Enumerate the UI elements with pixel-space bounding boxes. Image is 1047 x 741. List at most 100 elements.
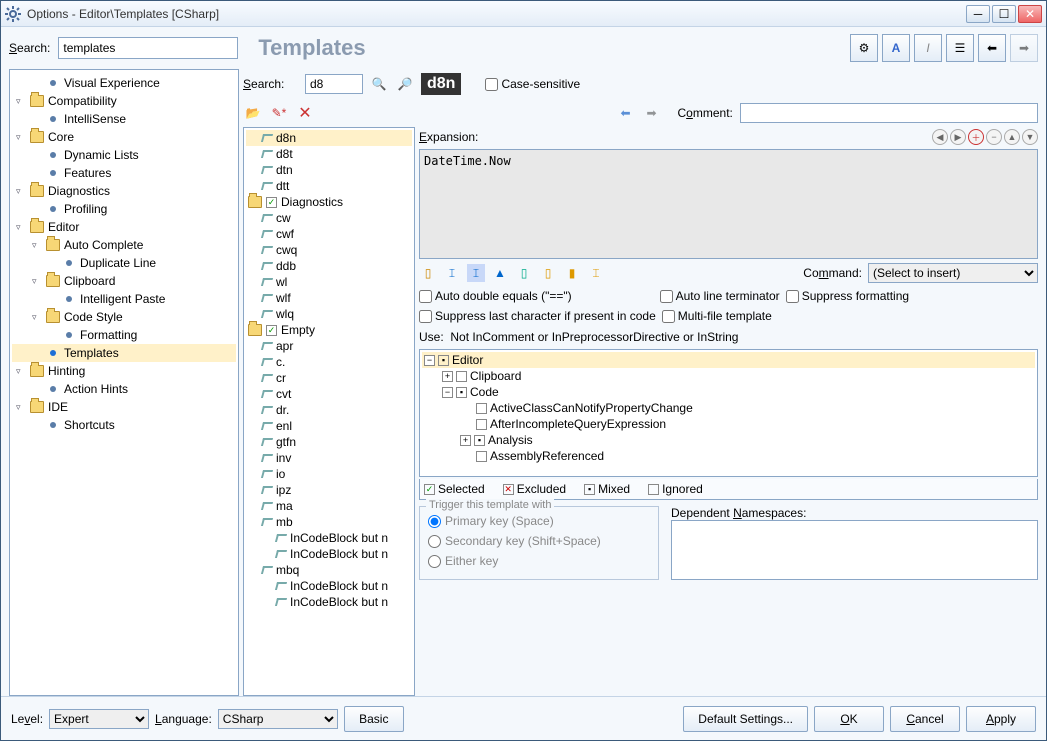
field-btn-3[interactable]: 𝙸	[467, 264, 485, 282]
nav-item[interactable]: Templates	[12, 344, 236, 362]
nav-item[interactable]: IntelliSense	[12, 110, 236, 128]
font-icon[interactable]: A	[882, 34, 910, 62]
template-item[interactable]: cr	[246, 370, 412, 386]
list-icon[interactable]: ☰	[946, 34, 974, 62]
context-item[interactable]: +▪Analysis	[422, 432, 1035, 448]
remove-icon[interactable]: −	[986, 129, 1002, 145]
template-item[interactable]: enl	[246, 418, 412, 434]
trigger-primary-radio[interactable]: Primary key (Space)	[428, 511, 650, 531]
template-item[interactable]: io	[246, 466, 412, 482]
nav-item[interactable]: Features	[12, 164, 236, 182]
find-next-icon[interactable]: 🔎	[395, 74, 415, 94]
nav-item[interactable]: Profiling	[12, 200, 236, 218]
template-item[interactable]: cwq	[246, 242, 412, 258]
template-item[interactable]: InCodeBlock but n	[246, 594, 412, 610]
template-item[interactable]: dr.	[246, 402, 412, 418]
trigger-secondary-radio[interactable]: Secondary key (Shift+Space)	[428, 531, 650, 551]
template-item[interactable]: cw	[246, 210, 412, 226]
template-item[interactable]: d8t	[246, 146, 412, 162]
nav-item[interactable]: ▿Clipboard	[12, 272, 236, 290]
settings-icon[interactable]: ⚙	[850, 34, 878, 62]
language-select[interactable]: CSharp	[218, 709, 338, 729]
template-search-input[interactable]	[305, 74, 363, 94]
context-item[interactable]: −▪Editor	[422, 352, 1035, 368]
nav-item[interactable]: ▿Diagnostics	[12, 182, 236, 200]
nav-left-icon[interactable]: ◀	[932, 129, 948, 145]
template-item[interactable]: InCodeBlock but n	[246, 546, 412, 562]
nav-item[interactable]: ▿Hinting	[12, 362, 236, 380]
trigger-either-radio[interactable]: Either key	[428, 551, 650, 571]
context-item[interactable]: ActiveClassCanNotifyPropertyChange	[422, 400, 1035, 416]
suppress-last-checkbox[interactable]: Suppress last character if present in co…	[419, 309, 656, 323]
nav-item[interactable]: Visual Experience	[12, 74, 236, 92]
back-button[interactable]: ⬅	[978, 34, 1006, 62]
template-item[interactable]: InCodeBlock but n	[246, 530, 412, 546]
nav-item[interactable]: Action Hints	[12, 380, 236, 398]
apply-button[interactable]: Apply	[966, 706, 1036, 732]
template-item[interactable]: ma	[246, 498, 412, 514]
nav-item[interactable]: ▿Code Style	[12, 308, 236, 326]
forward-button[interactable]: ➡	[1010, 34, 1038, 62]
suppress-fmt-checkbox[interactable]: Suppress formatting	[786, 289, 909, 303]
italic-icon[interactable]: I	[914, 34, 942, 62]
template-folder[interactable]: ✓Empty	[246, 322, 412, 338]
expansion-editor[interactable]: DateTime.Now	[419, 149, 1038, 259]
auto-double-checkbox[interactable]: Auto double equals ("==")	[419, 289, 572, 303]
field-btn-6[interactable]: ▯	[539, 264, 557, 282]
template-item[interactable]: wlf	[246, 290, 412, 306]
prev-icon[interactable]: ⬅	[616, 103, 636, 123]
add-icon[interactable]: ＋	[968, 129, 984, 145]
nav-item[interactable]: Shortcuts	[12, 416, 236, 434]
basic-button[interactable]: Basic	[344, 706, 404, 732]
magnifier-icon[interactable]: 🔍	[369, 74, 389, 94]
comment-input[interactable]	[740, 103, 1039, 123]
template-item[interactable]: apr	[246, 338, 412, 354]
field-btn-7[interactable]: ▮	[563, 264, 581, 282]
maximize-button[interactable]: ☐	[992, 5, 1016, 23]
case-sensitive-checkbox[interactable]: Case-sensitive	[485, 77, 580, 91]
nav-item[interactable]: ▿Auto Complete	[12, 236, 236, 254]
field-btn-5[interactable]: ▯	[515, 264, 533, 282]
context-item[interactable]: AfterIncompleteQueryExpression	[422, 416, 1035, 432]
multi-file-checkbox[interactable]: Multi-file template	[662, 309, 772, 323]
new-template-icon[interactable]: ✎*	[269, 103, 289, 123]
template-item[interactable]: cvt	[246, 386, 412, 402]
template-item[interactable]: ddb	[246, 258, 412, 274]
minimize-button[interactable]: ─	[966, 5, 990, 23]
template-item[interactable]: InCodeBlock but n	[246, 578, 412, 594]
template-item[interactable]: ipz	[246, 482, 412, 498]
nav-item[interactable]: ▿Compatibility	[12, 92, 236, 110]
nav-item[interactable]: Dynamic Lists	[12, 146, 236, 164]
auto-line-checkbox[interactable]: Auto line terminator	[660, 289, 780, 303]
template-item[interactable]: wlq	[246, 306, 412, 322]
open-folder-icon[interactable]: 📂	[243, 103, 263, 123]
field-btn-4[interactable]: ▲	[491, 264, 509, 282]
template-item[interactable]: gtfn	[246, 434, 412, 450]
field-btn-2[interactable]: 𝙸	[443, 264, 461, 282]
nav-item[interactable]: Formatting	[12, 326, 236, 344]
close-button[interactable]: ✕	[1018, 5, 1042, 23]
nav-item[interactable]: ▿Editor	[12, 218, 236, 236]
context-item[interactable]: +Clipboard	[422, 368, 1035, 384]
delete-icon[interactable]: ✕	[295, 103, 315, 123]
nav-right-icon[interactable]: ▶	[950, 129, 966, 145]
nav-item[interactable]: ▿IDE	[12, 398, 236, 416]
move-up-icon[interactable]: ▲	[1004, 129, 1020, 145]
next-icon[interactable]: ➡	[642, 103, 662, 123]
template-item[interactable]: c.	[246, 354, 412, 370]
ok-button[interactable]: OK	[814, 706, 884, 732]
namespaces-input[interactable]	[671, 520, 1038, 580]
field-btn-1[interactable]: ▯	[419, 264, 437, 282]
nav-item[interactable]: Duplicate Line	[12, 254, 236, 272]
command-select[interactable]: (Select to insert)	[868, 263, 1038, 283]
template-item[interactable]: mbq	[246, 562, 412, 578]
template-item[interactable]: d8n	[246, 130, 412, 146]
template-folder[interactable]: ✓Diagnostics	[246, 194, 412, 210]
field-btn-8[interactable]: ⌶	[587, 264, 605, 282]
templates-list[interactable]: d8nd8tdtndtt✓Diagnosticscwcwfcwqddbwlwlf…	[243, 127, 415, 696]
nav-item[interactable]: ▿Core	[12, 128, 236, 146]
nav-item[interactable]: Intelligent Paste	[12, 290, 236, 308]
options-search-input[interactable]	[58, 37, 238, 59]
template-item[interactable]: cwf	[246, 226, 412, 242]
nav-tree[interactable]: Visual Experience▿CompatibilityIntelliSe…	[9, 69, 239, 696]
